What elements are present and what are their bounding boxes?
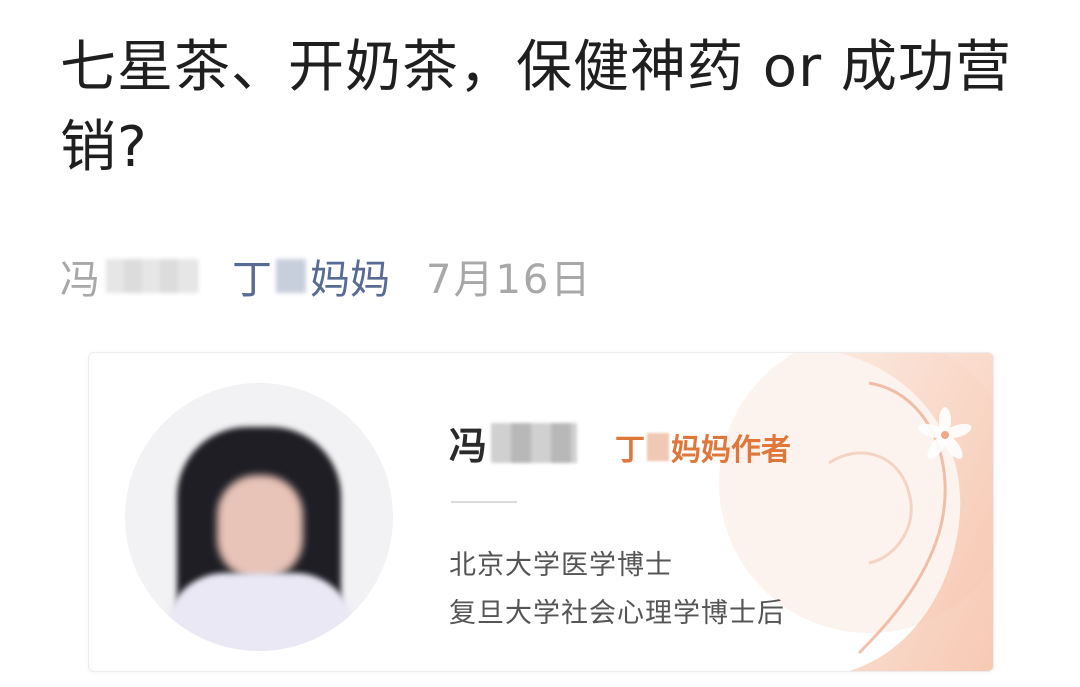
article-meta: 冯 丁 妈妈 7月16日 [60, 246, 592, 306]
author-card: 冯 丁 妈妈作者 北京大学医学博士 复旦大学社会心理学博士后 [88, 352, 994, 672]
account-name-first: 丁 [232, 257, 272, 303]
author-name: 冯 [60, 257, 100, 303]
credential-item: 北京大学医学博士 [449, 550, 673, 581]
author-role: 丁 妈妈作者 [615, 425, 791, 469]
author-card-name-prefix: 冯 [449, 424, 488, 468]
author-role-last: 妈妈作者 [671, 433, 791, 468]
divider [451, 501, 517, 503]
redacted-author-name [106, 259, 198, 293]
account-link[interactable]: 丁 妈妈 [232, 247, 390, 305]
credential-item: 复旦大学社会心理学博士后 [449, 598, 785, 629]
redacted-role-char [647, 433, 669, 461]
redacted-account-char [276, 259, 306, 293]
author-role-first: 丁 [615, 433, 645, 468]
account-name-last: 妈妈 [310, 257, 390, 303]
article-title: 七星茶、开奶茶，保健神药 or 成功营销? [60, 35, 1012, 180]
author-card-name: 冯 [449, 415, 578, 470]
author-avatar [125, 383, 393, 651]
redacted-author-card-name [491, 422, 578, 463]
publish-date: 7月16日 [426, 257, 593, 303]
